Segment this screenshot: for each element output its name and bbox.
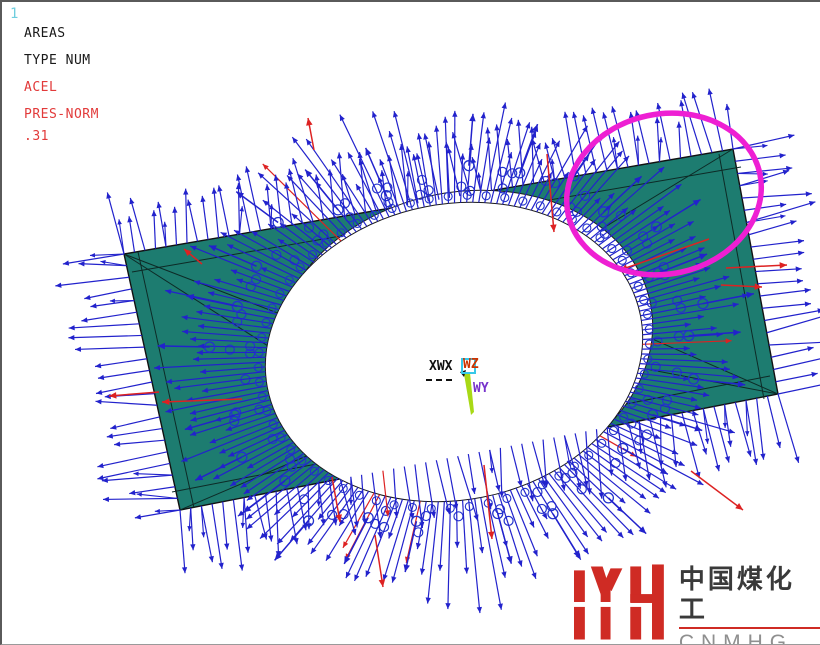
plot-legend: AREAS TYPE NUM ACEL PRES-NORM .31 — [24, 20, 99, 145]
legend-acel: ACEL — [24, 80, 58, 95]
triad-z-label: WZ — [463, 357, 479, 372]
legend-areas: AREAS — [24, 26, 66, 41]
triad-y-label: WY — [473, 381, 489, 396]
plot-number: 1 — [10, 6, 19, 22]
legend-pres-value: .31 — [24, 129, 49, 144]
triad-x-axis-dash — [426, 379, 452, 381]
legend-pres-norm: PRES-NORM — [24, 107, 99, 122]
legend-type-num: TYPE NUM — [24, 53, 91, 68]
triad-x-label: XWX — [429, 359, 453, 374]
ansys-graphics-window: 中国煤化工 CNMHG 1 AREAS TYPE NUM ACEL PRES-N… — [0, 0, 820, 645]
model-viewport[interactable] — [2, 2, 820, 645]
